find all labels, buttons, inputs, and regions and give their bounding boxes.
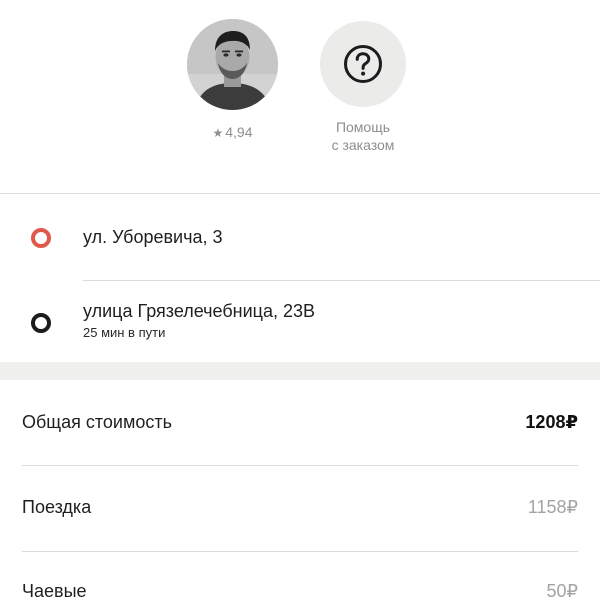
cost-total-label: Общая стоимость [22, 412, 172, 432]
section-separator-band [0, 362, 600, 380]
destination-address: улица Грязелечебница, 23В [83, 301, 315, 321]
cost-item-label: Поездка [22, 497, 92, 517]
cost-total-row: Общая стоимость 1208₽ [0, 409, 600, 439]
cost-item-row: Чаевые 50₽ [0, 578, 600, 600]
cost-item-row: Поездка 1158₽ [0, 494, 600, 524]
route-destination[interactable]: улица Грязелечебница, 23В 25 мин в пути [0, 281, 600, 362]
trip-header: ★ 4,94 Помощь с заказом [0, 0, 600, 193]
cost-total-value: 1208₽ [525, 412, 578, 432]
order-help-label-line2: с заказом [331, 137, 395, 153]
trip-details-screen: ★ 4,94 Помощь с заказом ул. Уборевича, 3 … [0, 0, 600, 600]
question-circle-icon [344, 45, 382, 83]
driver-avatar[interactable] [187, 19, 278, 110]
trip-duration: 25 мин в пути [83, 325, 166, 340]
cost-divider [22, 465, 578, 466]
cost-divider [22, 551, 578, 552]
origin-address: ул. Уборевича, 3 [83, 227, 223, 247]
cost-item-label: Чаевые [22, 581, 87, 600]
origin-point-icon [31, 228, 51, 248]
order-help-label[interactable]: Помощь с заказом [300, 118, 426, 154]
cost-item-value: 1158₽ [527, 497, 578, 517]
order-help-button[interactable] [320, 21, 406, 107]
cost-item-value: 50₽ [546, 581, 578, 600]
destination-point-icon [31, 313, 51, 333]
route-origin[interactable]: ул. Уборевича, 3 [0, 194, 600, 280]
star-icon: ★ [212, 126, 224, 140]
driver-photo [187, 19, 278, 110]
driver-rating: ★ 4,94 [187, 124, 278, 140]
order-help-label-line1: Помощь [335, 119, 391, 135]
driver-rating-value: 4,94 [225, 124, 253, 140]
